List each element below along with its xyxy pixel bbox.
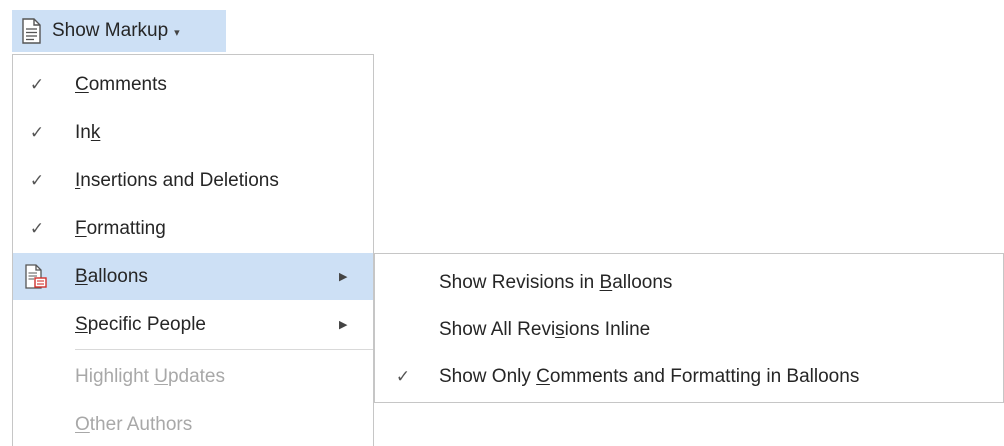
menu-item-label: Insertions and Deletions [75,169,279,191]
checkmark-icon: ✓ [29,170,45,190]
menu-item-formatting[interactable]: ✓ Formatting [13,205,373,252]
balloons-submenu: Show Revisions in Balloons Show All Revi… [374,253,1004,403]
chevron-right-icon: ▶ [339,319,348,331]
menu-item-highlight-updates: Highlight Updates [13,353,373,400]
submenu-item-label: Show Only Comments and Formatting in Bal… [439,365,860,387]
chevron-right-icon: ▶ [339,271,348,283]
menu-item-balloons[interactable]: Balloons ▶ [13,253,373,300]
submenu-item-show-only-comments-formatting[interactable]: ✓ Show Only Comments and Formatting in B… [375,353,1003,400]
submenu-item-show-all-revisions-inline[interactable]: Show All Revisions Inline [375,306,1003,353]
submenu-item-label: Show Revisions in Balloons [439,271,673,293]
menu-item-insertions-deletions[interactable]: ✓ Insertions and Deletions [13,157,373,204]
balloons-icon [25,264,47,289]
show-markup-label: Show Markup [52,20,169,41]
menu-item-ink[interactable]: ✓ Ink [13,109,373,156]
menu-item-label: Balloons [75,265,148,287]
checkmark-icon: ✓ [29,218,45,238]
menu-item-label: Other Authors [75,413,193,435]
checkmark-icon: ✓ [395,366,411,386]
menu-item-label: Formatting [75,217,166,239]
menu-separator [75,349,373,350]
menu-item-label: Highlight Updates [75,365,225,387]
submenu-item-label: Show All Revisions Inline [439,318,651,340]
show-markup-menu: ✓ Comments ✓ Ink ✓ Insertions and Deleti… [12,54,374,446]
submenu-item-show-revisions-in-balloons[interactable]: Show Revisions in Balloons [375,259,1003,306]
menu-item-label: Specific People [75,313,206,335]
menu-item-comments[interactable]: ✓ Comments [13,61,373,108]
chevron-down-icon: ▾ [174,26,180,39]
menu-item-label: Comments [75,73,167,95]
menu-item-other-authors: Other Authors [13,401,373,446]
show-markup-button[interactable]: Show Markup ▾ [12,10,226,52]
menu-item-specific-people[interactable]: Specific People ▶ [13,301,373,348]
checkmark-icon: ✓ [29,74,45,94]
document-icon [22,18,41,44]
checkmark-icon: ✓ [29,122,45,142]
menu-item-label: Ink [75,121,101,143]
